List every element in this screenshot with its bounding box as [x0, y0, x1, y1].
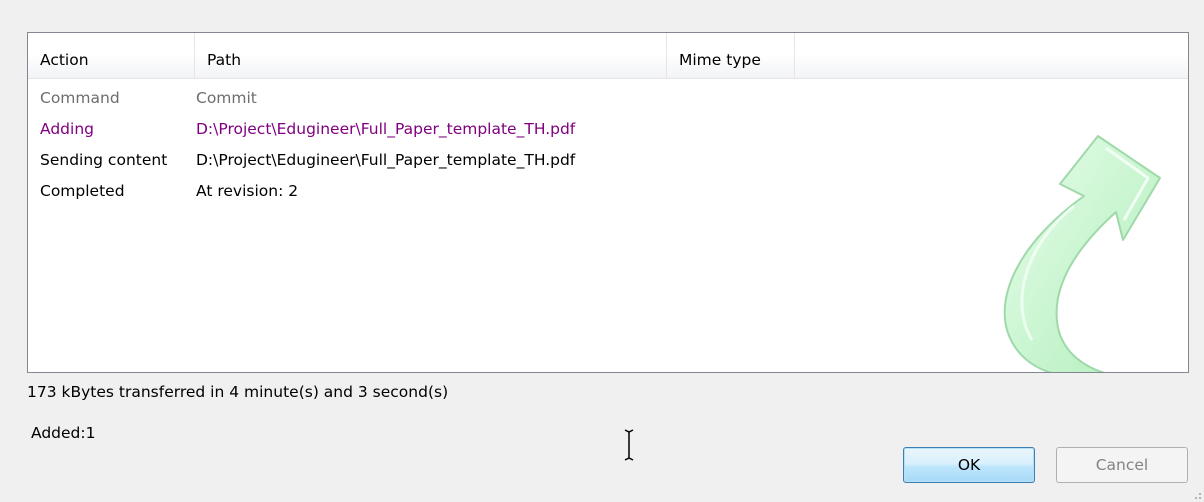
log-cell-action: Sending content [40, 151, 168, 169]
text-cursor-icon [624, 429, 634, 461]
log-header: Action Path Mime type [28, 33, 1188, 79]
added-summary: Added:1 [31, 424, 96, 442]
log-cell-path: D:\Project\Edugineer\Full_Paper_template… [196, 151, 576, 169]
ok-button[interactable]: OK [903, 447, 1035, 483]
log-cell-path: At revision: 2 [196, 182, 299, 200]
column-header-path-label: Path [207, 51, 242, 69]
log-cell-action: Command [40, 89, 120, 107]
log-cell-action: Adding [40, 120, 94, 138]
column-header-action[interactable]: Action [28, 33, 195, 78]
commit-arrow-icon [1003, 135, 1161, 372]
column-header-mime-type[interactable]: Mime type [667, 33, 795, 78]
column-header-filler [795, 33, 1188, 78]
commit-log-list[interactable]: Action Path Mime type Command Commit Add… [27, 32, 1189, 373]
log-cell-action: Completed [40, 182, 125, 200]
resize-grip-icon[interactable] [1192, 490, 1202, 500]
column-header-action-label: Action [40, 51, 89, 69]
log-cell-path: Commit [196, 89, 257, 107]
cancel-button[interactable]: Cancel [1056, 447, 1188, 483]
column-header-path[interactable]: Path [195, 33, 667, 78]
column-header-mime-type-label: Mime type [679, 51, 761, 69]
log-cell-path: D:\Project\Edugineer\Full_Paper_template… [196, 120, 576, 138]
log-row-command[interactable]: Command Commit [28, 83, 1188, 114]
transfer-summary: 173 kBytes transferred in 4 minute(s) an… [27, 383, 449, 401]
